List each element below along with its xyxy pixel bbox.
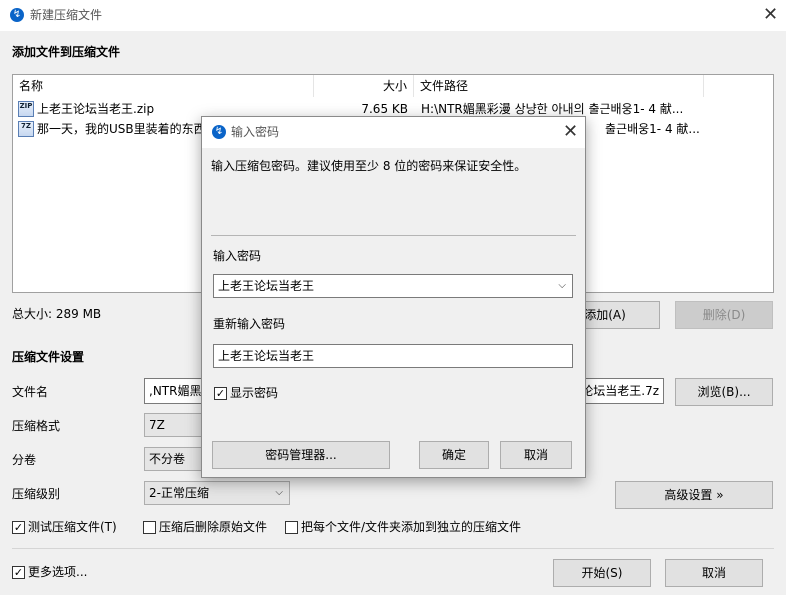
file-name: 那一天，我的USB里装着的东西: [37, 122, 206, 136]
total-size: 总大小: 289 MB: [12, 307, 102, 321]
file-size: 7.65 KB: [361, 102, 408, 116]
divider: [12, 548, 774, 549]
7z-file-icon: 7Z: [18, 121, 34, 137]
volume-value: 不分卷: [149, 452, 186, 466]
password-dialog: ↯ 输入密码 ✕ 输入压缩包密码。建议使用至少 8 位的密码来保证安全性。 输入…: [201, 116, 586, 478]
confirm-password-label: 重新输入密码: [213, 317, 286, 331]
file-path: 출근배웅1- 4 献...: [605, 122, 700, 136]
app-logo-icon: ↯: [212, 125, 226, 139]
delete-after-checkbox[interactable]: [143, 521, 156, 534]
close-icon[interactable]: ✕: [563, 123, 578, 141]
zip-file-icon: ZIP: [18, 101, 34, 117]
test-archive-checkbox[interactable]: ✓: [12, 521, 25, 534]
volume-label: 分卷: [12, 453, 37, 467]
password-value: 上老王论坛当老王: [218, 279, 315, 293]
more-options-label: 更多选项...: [28, 565, 88, 579]
separate-archives-label: 把每个文件/文件夹添加到独立的压缩文件: [301, 520, 522, 534]
level-value: 2-正常压缩: [149, 486, 209, 500]
dialog-description: 输入压缩包密码。建议使用至少 8 位的密码来保证安全性。: [211, 159, 527, 173]
confirm-password-input[interactable]: 上老王论坛当老王: [213, 344, 573, 368]
file-name: 上老王论坛当老王.zip: [37, 102, 155, 116]
separate-archives-checkbox[interactable]: [285, 521, 298, 534]
settings-section-title: 压缩文件设置: [12, 350, 85, 364]
format-label: 压缩格式: [12, 419, 61, 433]
level-label: 压缩级别: [12, 487, 61, 501]
browse-button[interactable]: 浏览(B)...: [675, 378, 773, 406]
ok-button[interactable]: 确定: [419, 441, 489, 469]
add-section-title: 添加文件到压缩文件: [12, 45, 121, 59]
column-header-name[interactable]: 名称: [13, 75, 314, 97]
cancel-button[interactable]: 取消: [665, 559, 763, 587]
dialog-title-bar: ↯ 输入密码 ✕: [202, 117, 585, 148]
delete-after-label: 压缩后删除原始文件: [159, 520, 268, 534]
show-password-checkbox[interactable]: ✓: [214, 387, 227, 400]
dialog-cancel-button[interactable]: 取消: [500, 441, 572, 469]
more-options-checkbox[interactable]: ✓: [12, 566, 25, 579]
password-manager-button[interactable]: 密码管理器...: [212, 441, 390, 469]
title-bar: ↯ 新建压缩文件 ✕: [0, 0, 786, 31]
advanced-settings-button[interactable]: 高级设置 »: [615, 481, 773, 509]
app-logo-icon: ↯: [10, 8, 24, 22]
test-archive-label: 测试压缩文件(T): [28, 520, 117, 534]
chevron-down-icon: ⌵: [275, 487, 283, 498]
level-select[interactable]: 2-正常压缩 ⌵: [144, 481, 290, 505]
close-icon[interactable]: ✕: [763, 6, 778, 24]
start-button[interactable]: 开始(S): [553, 559, 651, 587]
show-password-label: 显示密码: [230, 386, 279, 400]
file-path: H:\NTR媚黑彩漫 상냥한 아내의 출근배웅1- 4 献...: [421, 102, 684, 116]
filename-value-right: 论坛当老王.7z: [581, 384, 659, 398]
delete-button[interactable]: 删除(D): [675, 301, 773, 329]
password-label: 输入密码: [213, 249, 262, 263]
filename-label: 文件名: [12, 385, 49, 399]
confirm-password-value: 上老王论坛当老王: [218, 349, 315, 363]
column-header-path[interactable]: 文件路径: [414, 75, 704, 97]
chevron-down-icon[interactable]: ⌵: [558, 275, 566, 297]
window-title: 新建压缩文件: [30, 8, 103, 22]
dialog-title: 输入密码: [231, 125, 280, 139]
password-input[interactable]: 上老王论坛当老王 ⌵: [213, 274, 573, 298]
column-header-size[interactable]: 大小: [314, 75, 414, 97]
format-value: 7Z: [149, 418, 165, 432]
divider: [211, 235, 576, 236]
